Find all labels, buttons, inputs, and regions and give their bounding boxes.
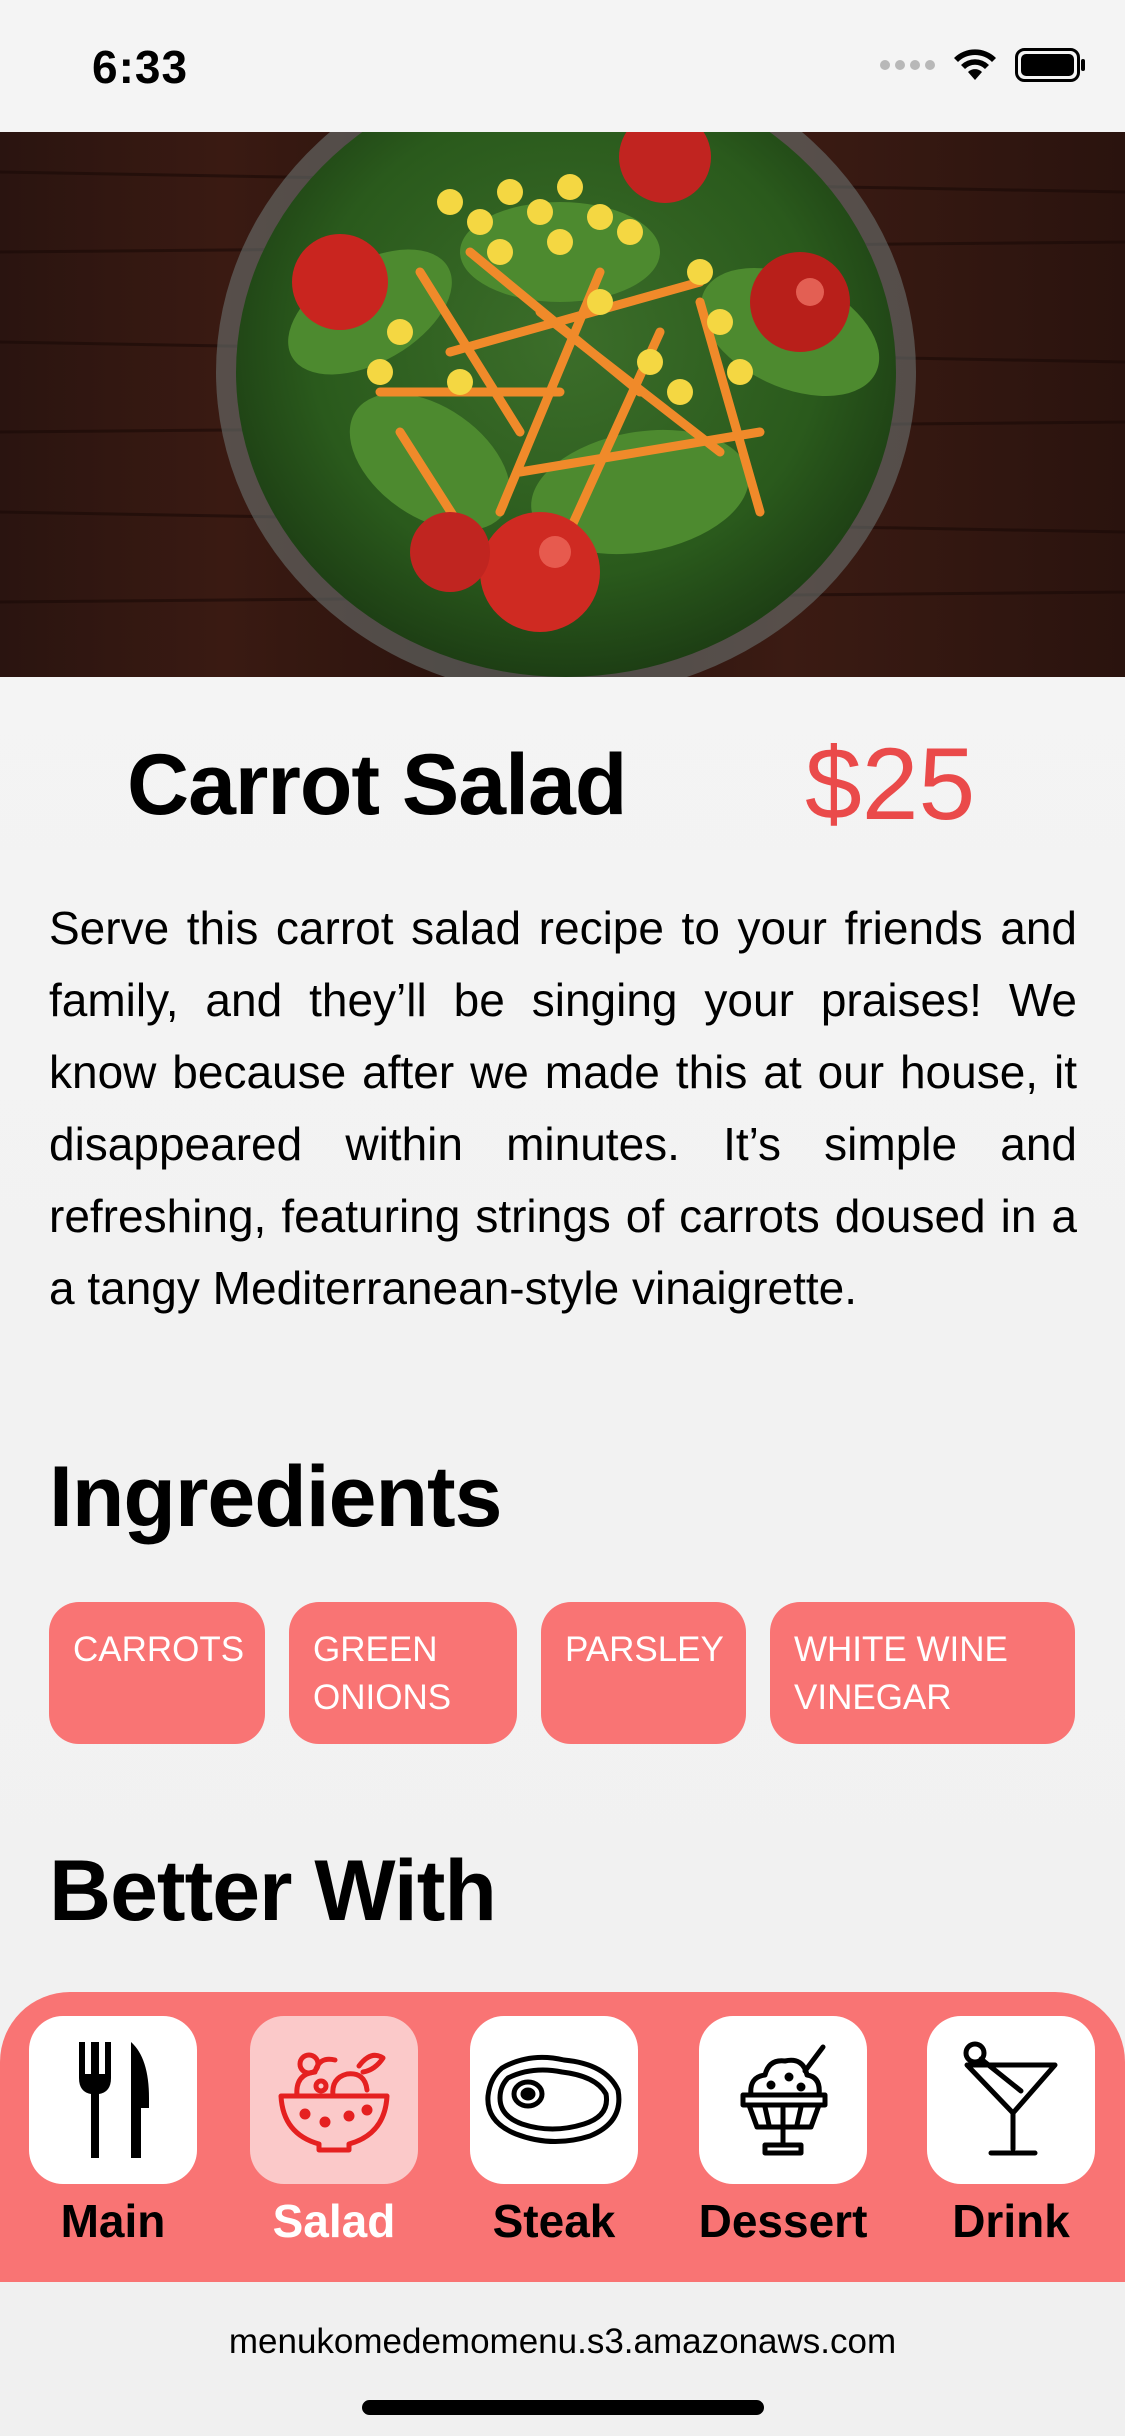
ingredients-heading: Ingredients [49, 1449, 503, 1545]
status-bar: 6:33 [0, 0, 1125, 132]
screen: 6:33 Carrot Salad $25 Serve this carrot … [0, 0, 1125, 2436]
nav-label: Main [60, 2195, 166, 2247]
title-row: Carrot Salad $25 [0, 722, 1125, 842]
dish-price: $25 [805, 727, 976, 841]
steak-icon [485, 2054, 622, 2145]
ice-cream-cup-icon [740, 2044, 828, 2156]
nav-label: Dessert [698, 2195, 868, 2247]
better-with-heading: Better With [49, 1843, 497, 1939]
nav-tile[interactable] [699, 2016, 867, 2184]
nav-tile[interactable] [470, 2016, 638, 2184]
nav-label: Steak [492, 2195, 616, 2247]
battery-icon [1015, 48, 1085, 82]
ingredient-chip-white-wine-vinegar[interactable]: WHITE WINE VINEGAR [770, 1602, 1075, 1744]
nav-item-drink[interactable]: Drink [927, 2016, 1095, 2248]
hero-image [0, 132, 1125, 677]
nav-item-dessert[interactable]: Dessert [699, 2016, 867, 2248]
nav-item-salad[interactable]: Salad [250, 2016, 418, 2248]
status-time: 6:33 [92, 41, 189, 93]
nav-item-steak[interactable]: Steak [470, 2016, 638, 2248]
ingredient-chip-carrots[interactable]: CARROTS [49, 1602, 265, 1744]
nav-tile[interactable] [250, 2016, 418, 2184]
cocktail-icon [963, 2041, 1058, 2156]
nav-label: Salad [272, 2195, 396, 2247]
category-nav: Main Salad Steak Dessert Drink [0, 1992, 1125, 2282]
fork-knife-icon [79, 2042, 149, 2158]
nav-item-main[interactable]: Main [29, 2016, 197, 2248]
home-indicator[interactable] [362, 2400, 764, 2415]
ingredient-chip-green-onions[interactable]: GREEN ONIONS [289, 1602, 517, 1744]
nav-tile[interactable] [29, 2016, 197, 2184]
dish-name: Carrot Salad [127, 737, 627, 833]
dish-description: Serve this carrot salad recipe to your f… [49, 902, 1077, 1314]
address-bar: menukomedemomenu.s3.amazonaws.com [0, 2282, 1125, 2436]
status-icons [880, 48, 1087, 82]
nav-label: Drink [952, 2195, 1070, 2247]
nav-tile[interactable] [927, 2016, 1095, 2184]
salad-bowl-photo [0, 132, 1125, 677]
wifi-icon [954, 49, 996, 80]
ingredient-chip-parsley[interactable]: PARSLEY [541, 1602, 746, 1744]
url-text[interactable]: menukomedemomenu.s3.amazonaws.com [0, 2322, 1125, 2362]
salad-bowl-icon [278, 2052, 390, 2153]
cellular-signal-icon [880, 60, 935, 70]
ingredient-list: CARROTS GREEN ONIONS PARSLEY WHITE WINE … [49, 1602, 1075, 1744]
